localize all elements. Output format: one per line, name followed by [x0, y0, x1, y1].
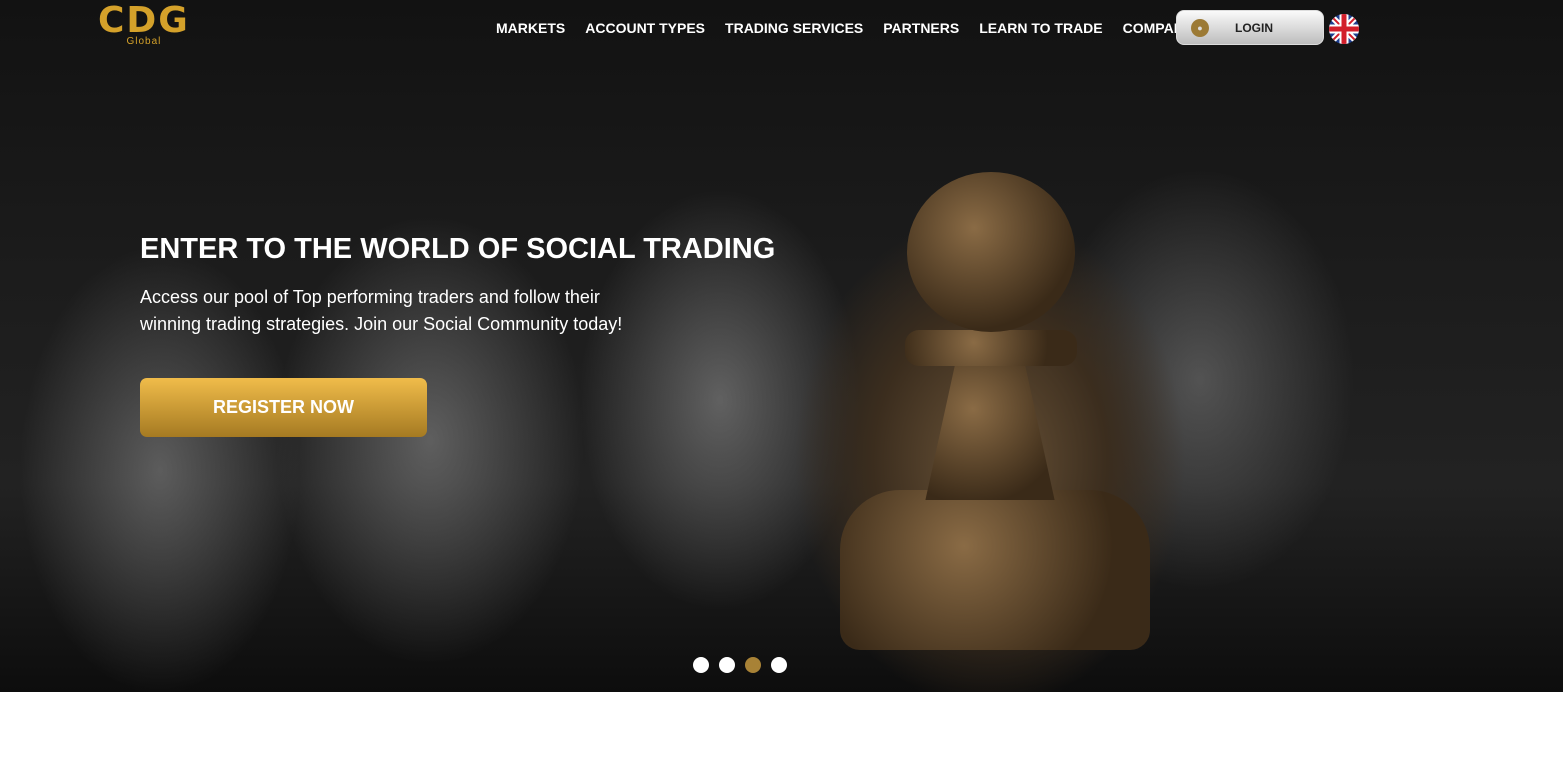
- login-button[interactable]: ● LOGIN: [1176, 10, 1324, 45]
- carousel-dot-4[interactable]: [771, 657, 787, 673]
- carousel-dots: [693, 657, 787, 673]
- carousel-dot-2[interactable]: [719, 657, 735, 673]
- uk-flag-icon[interactable]: [1329, 14, 1359, 44]
- nav-account-types[interactable]: ACCOUNT TYPES: [585, 20, 705, 36]
- nav-markets[interactable]: MARKETS: [496, 20, 565, 36]
- pawn-image: [840, 490, 1150, 650]
- hero-title: ENTER TO THE WORLD OF SOCIAL TRADING: [140, 233, 776, 265]
- register-now-button[interactable]: REGISTER NOW: [140, 378, 427, 437]
- carousel-dot-1[interactable]: [693, 657, 709, 673]
- pawn-image: [905, 330, 1077, 366]
- hero-carousel: CDG Global MARKETS ACCOUNT TYPES TRADING…: [0, 0, 1563, 692]
- pawn-image: [907, 172, 1075, 332]
- nav-trading-services[interactable]: TRADING SERVICES: [725, 20, 863, 36]
- hero-content: ENTER TO THE WORLD OF SOCIAL TRADING Acc…: [140, 233, 775, 437]
- pawn-image: [925, 360, 1055, 500]
- user-icon: ●: [1191, 18, 1209, 37]
- carousel-dot-3[interactable]: [745, 657, 761, 673]
- logo[interactable]: CDG Global: [98, 3, 190, 48]
- nav-partners[interactable]: PARTNERS: [883, 20, 959, 36]
- nav-learn-to-trade[interactable]: LEARN TO TRADE: [979, 20, 1102, 36]
- hero-subtitle: Access our pool of Top performing trader…: [140, 287, 623, 334]
- main-menu: MARKETS ACCOUNT TYPES TRADING SERVICES P…: [496, 20, 1193, 36]
- top-nav: CDG Global MARKETS ACCOUNT TYPES TRADING…: [0, 0, 1563, 56]
